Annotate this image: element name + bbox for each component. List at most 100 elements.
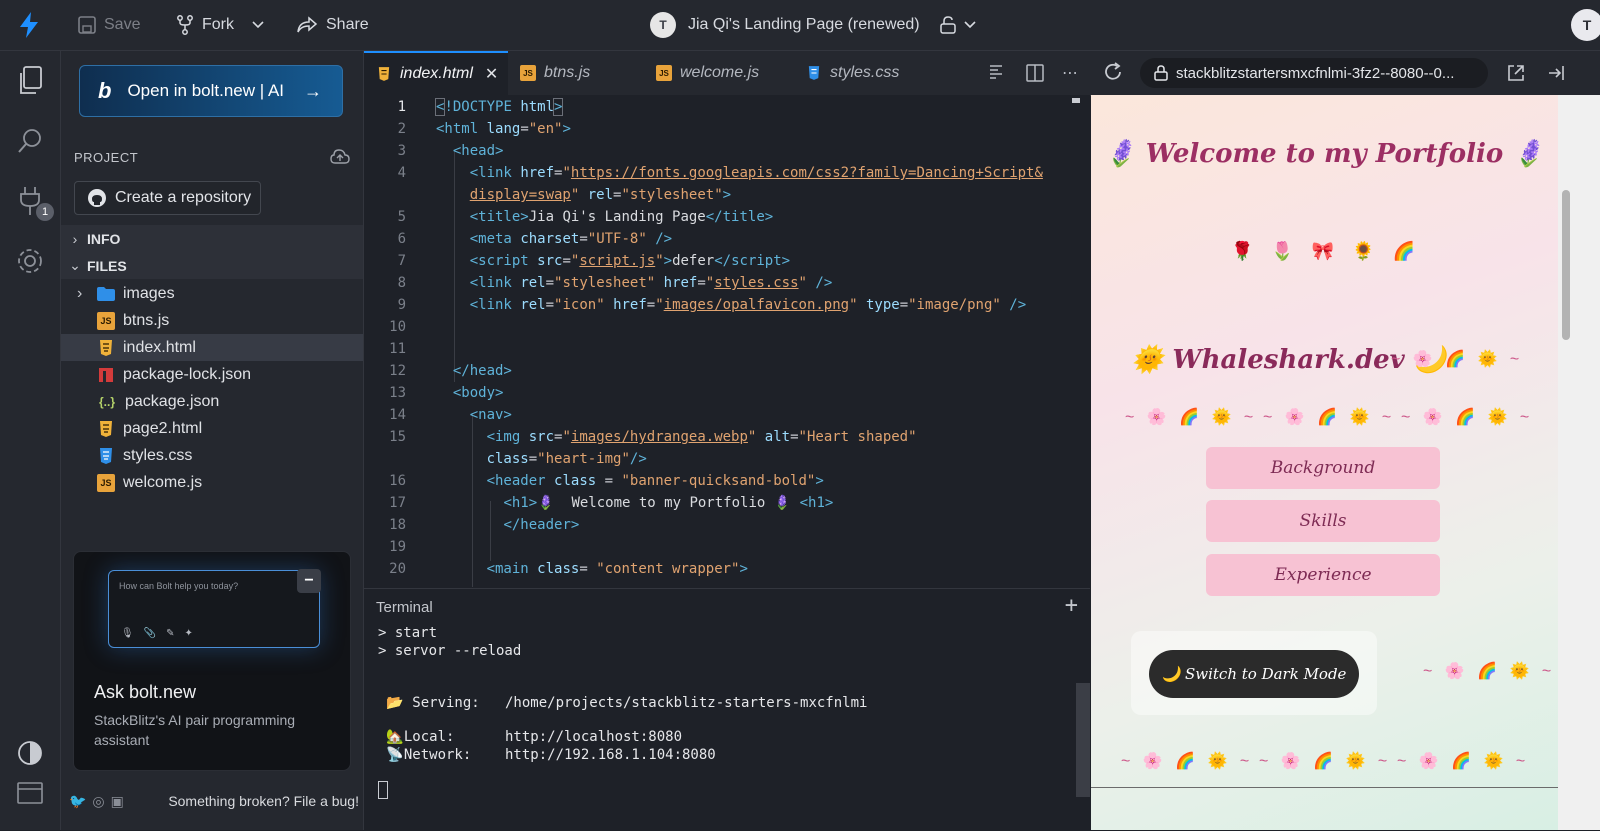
- file-tree-item-images[interactable]: › images: [61, 280, 363, 307]
- editor-tab-bar: index.html ✕ JS btns.js JS welcome.js st…: [364, 51, 1090, 96]
- skills-button[interactable]: Skills: [1206, 500, 1440, 542]
- line-number: 8: [397, 275, 406, 291]
- line-number: 18: [389, 517, 406, 533]
- more-options-icon[interactable]: ⋯: [1062, 51, 1078, 95]
- code-line: <link rel="stylesheet" href="styles.css"…: [469, 275, 833, 291]
- info-section-header[interactable]: › INFO: [61, 225, 363, 252]
- files-icon[interactable]: [14, 65, 46, 97]
- file-tree-item-btns-js[interactable]: JS btns.js: [61, 307, 363, 334]
- file-tree-item-welcome-js[interactable]: JS welcome.js: [61, 469, 363, 496]
- fork-label: Fork: [202, 16, 234, 33]
- arrow-right-icon: →: [304, 80, 322, 101]
- terminal-title: Terminal: [376, 599, 433, 616]
- project-header: PROJECT: [74, 149, 350, 165]
- experience-button[interactable]: Experience: [1206, 554, 1440, 596]
- line-number: 9: [397, 297, 406, 313]
- fork-icon: [177, 15, 193, 35]
- file-tree-item-index-html[interactable]: index.html: [61, 334, 363, 361]
- code-line: <script src="script.js">defer</script>: [469, 253, 791, 269]
- tab-welcome-js[interactable]: JS welcome.js: [644, 51, 794, 95]
- code-line: </head>: [452, 363, 512, 379]
- preview-url-bar[interactable]: stackblitzstartersmxcfnlmi-3fz2--8080--0…: [1140, 58, 1488, 88]
- file-tree-item-styles-css[interactable]: styles.css: [61, 442, 363, 469]
- dark-mode-toggle-button[interactable]: 🌙 Switch to Dark Mode: [1149, 650, 1359, 698]
- share-button[interactable]: Share: [296, 0, 369, 50]
- owner-avatar: T: [650, 12, 676, 38]
- refresh-icon[interactable]: [1102, 61, 1124, 88]
- collapse-preview-icon[interactable]: [1546, 63, 1566, 88]
- share-icon: [297, 16, 318, 33]
- html-file-icon: [97, 339, 115, 357]
- terminal-panel[interactable]: Terminal + > start > servor --reload 📂 S…: [364, 588, 1090, 831]
- file-tree-item-page2-html[interactable]: page2.html: [61, 415, 363, 442]
- preview-scrollbar-thumb[interactable]: [1562, 190, 1570, 340]
- file-tree-item-package-lock-json[interactable]: package-lock.json: [61, 361, 363, 388]
- tab-label: btns.js: [544, 64, 591, 81]
- top-bar: Save Fork Share T Jia Qi's Landing Page …: [0, 0, 1600, 51]
- user-avatar[interactable]: T: [1571, 9, 1600, 41]
- folder-icon: [97, 285, 115, 303]
- line-number: 15: [389, 429, 406, 445]
- split-editor-icon[interactable]: [1026, 51, 1044, 95]
- javascript-file-icon: JS: [656, 65, 672, 81]
- social-icons[interactable]: 🐦◎▣: [69, 793, 130, 810]
- preview-pane[interactable]: 🪻 Welcome to my Portfolio 🪻 🌹🌷🎀🌻🌈 🌞 Whal…: [1091, 95, 1558, 830]
- close-icon[interactable]: ✕: [485, 64, 498, 84]
- ask-bolt-card[interactable]: How can Bolt help you today? − 🎙📎✎✦ Ask …: [73, 551, 351, 771]
- save-button[interactable]: Save: [78, 0, 140, 50]
- format-icon[interactable]: [988, 51, 1006, 95]
- line-number: 20: [389, 561, 406, 577]
- file-name: package-lock.json: [123, 365, 252, 383]
- editor-overview-marker: [1072, 98, 1080, 103]
- preview-decoration: ~ 🌸 🌈 🌞 ~: [1391, 351, 1524, 368]
- extensions-badge: 1: [36, 203, 54, 221]
- prompt-tools-icons: 🎙📎✎✦: [121, 628, 203, 639]
- stackblitz-logo-icon[interactable]: [18, 0, 48, 50]
- files-section-header[interactable]: ⌄ FILES: [61, 252, 363, 279]
- cloud-upload-icon[interactable]: [330, 149, 350, 165]
- tab-index-html[interactable]: index.html ✕: [364, 51, 508, 95]
- line-number: 12: [389, 363, 406, 379]
- theme-toggle-icon[interactable]: [14, 737, 46, 769]
- panel-layout-icon[interactable]: [14, 777, 46, 809]
- tab-styles-css[interactable]: styles.css: [794, 51, 926, 95]
- save-label: Save: [104, 16, 141, 33]
- sidebar: b Open in bolt.new | AI → PROJECT Create…: [61, 51, 364, 830]
- file-name: welcome.js: [123, 473, 203, 491]
- tab-btns-js[interactable]: JS btns.js: [508, 51, 644, 95]
- share-label: Share: [326, 16, 369, 33]
- preview-decoration: ~ 🌸 🌈 🌞 ~: [1259, 753, 1392, 770]
- npm-lock-file-icon: [97, 366, 115, 384]
- code-line: <link rel="icon" href="images/opalfavico…: [469, 297, 1027, 313]
- search-icon[interactable]: [14, 125, 46, 157]
- line-number: 3: [397, 143, 406, 159]
- file-name: index.html: [123, 338, 196, 356]
- file-a-bug-link[interactable]: Something broken? File a bug!: [168, 793, 359, 809]
- line-number: 14: [389, 407, 406, 423]
- chevron-down-icon: ⌄: [69, 257, 81, 273]
- code-line: display=swap" rel="stylesheet">: [469, 187, 732, 203]
- ask-bolt-description: StackBlitz's AI pair programming assista…: [94, 712, 296, 748]
- preview-decoration: ~ 🌸 🌈 🌞 ~: [1125, 409, 1258, 426]
- new-terminal-plus-icon[interactable]: +: [1065, 593, 1078, 618]
- line-number: 16: [389, 473, 406, 489]
- terminal-line: > servor --reload: [378, 643, 522, 659]
- save-icon: [78, 16, 96, 34]
- open-in-bolt-button[interactable]: b Open in bolt.new | AI →: [79, 65, 343, 117]
- html-file-icon: [376, 66, 392, 82]
- create-repository-button[interactable]: Create a repository: [74, 181, 261, 215]
- visibility-dropdown[interactable]: [940, 0, 984, 50]
- preview-decoration: ~ 🌸 🌈 🌞 ~: [1423, 663, 1556, 680]
- code-line: class="heart-img"/>: [486, 451, 647, 467]
- code-editor[interactable]: 1 2 3 4 5 6 7 8 9 10 11 12 13 14 15 16 1…: [364, 95, 1090, 587]
- project-title[interactable]: T Jia Qi's Landing Page (renewed): [650, 0, 920, 50]
- file-tree-item-package-json[interactable]: {..} package.json: [61, 388, 363, 415]
- fork-button[interactable]: Fork: [176, 0, 234, 50]
- chevron-down-icon: [964, 21, 976, 29]
- fork-options-chevron-down-icon[interactable]: [252, 0, 272, 50]
- open-in-new-window-icon[interactable]: [1506, 63, 1526, 88]
- background-button[interactable]: Background: [1206, 447, 1440, 489]
- terminal-scrollbar[interactable]: [1076, 683, 1090, 797]
- settings-gear-icon[interactable]: [14, 245, 46, 277]
- code-line: <body>: [452, 385, 504, 401]
